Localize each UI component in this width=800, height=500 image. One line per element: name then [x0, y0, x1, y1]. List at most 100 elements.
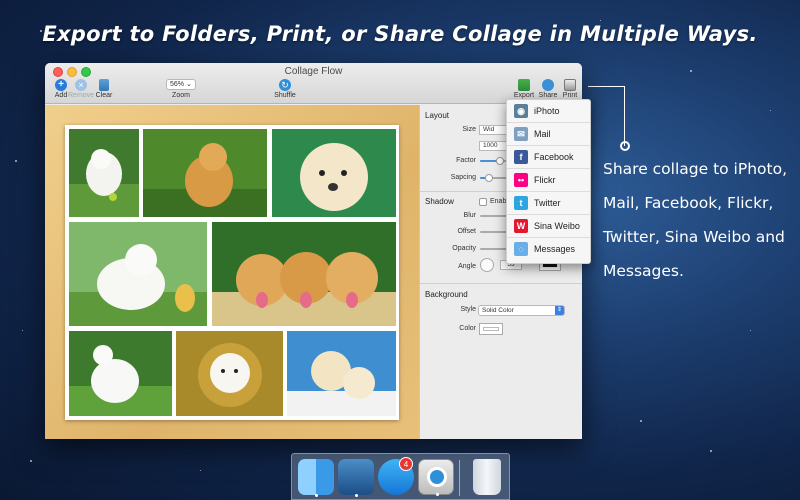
share-menu-item-label: Sina Weibo	[534, 221, 580, 231]
photo-white-dog[interactable]	[69, 331, 172, 416]
share-menu-item-label: Facebook	[534, 152, 574, 162]
running-indicator	[436, 493, 439, 496]
opacity-slider[interactable]	[480, 248, 507, 250]
shuffle-label: Shuffle	[274, 92, 296, 99]
photo-puppy-duckling[interactable]	[69, 222, 207, 326]
background-color-swatch[interactable]	[479, 323, 503, 335]
share-menu-item-twitter[interactable]: t Twitter	[507, 192, 590, 215]
printer-icon	[564, 79, 576, 91]
shadow-color-fill	[543, 264, 557, 267]
photo-three-puppies[interactable]	[212, 222, 396, 326]
shuffle-icon: ↻	[279, 79, 291, 91]
collage-flow-lens	[427, 467, 447, 487]
side-caption-line: Mail, Facebook, Flickr,	[603, 194, 774, 212]
layout-section-title: Layout	[425, 111, 450, 120]
background-color-fill	[483, 327, 499, 331]
shuffle-button[interactable]: ↻ Shuffle	[273, 79, 297, 99]
size-label: Size	[462, 126, 476, 133]
export-label: Export	[513, 92, 535, 99]
blur-slider[interactable]	[480, 215, 507, 217]
factor-label: Factor	[456, 157, 476, 164]
shadow-enable-checkbox[interactable]	[479, 198, 487, 206]
clear-button[interactable]: Clear	[94, 79, 114, 99]
dock: 4	[291, 453, 510, 500]
photo-puppy-closeup[interactable]	[272, 129, 396, 217]
print-button[interactable]: Print	[559, 79, 581, 99]
share-menu-item-label: Messages	[534, 244, 576, 254]
share-menu-item-iphoto[interactable]: ◉ iPhoto	[507, 100, 590, 123]
collage-flow-icon[interactable]	[418, 459, 454, 496]
factor-slider-knob[interactable]	[496, 157, 505, 165]
trash-icon[interactable]	[473, 459, 501, 495]
share-menu: ◉ iPhoto ✉ Mail f Facebook •• Flickr t Twitter W Si…	[506, 99, 591, 264]
zoom-label: Zoom	[172, 92, 190, 99]
share-menu-item-mail[interactable]: ✉ Mail	[507, 123, 590, 146]
remove-icon: ×	[75, 79, 87, 91]
chevron-updown-icon: ⇕	[555, 306, 564, 315]
size-number-field[interactable]: 1000	[479, 141, 507, 151]
print-label: Print	[562, 92, 578, 99]
trash-icon	[99, 79, 109, 91]
flickr-icon: ••	[514, 173, 528, 187]
collage-canvas	[45, 105, 419, 439]
facebook-icon: f	[514, 150, 528, 164]
remove-button[interactable]: × Remove	[68, 79, 94, 99]
photo-puppy-grass[interactable]	[69, 129, 139, 217]
spacing-label: Sapcing	[450, 174, 476, 181]
finder-icon[interactable]	[298, 459, 334, 497]
share-menu-item-label: Mail	[534, 129, 551, 139]
twitter-icon: t	[514, 196, 528, 210]
share-menu-item-facebook[interactable]: f Facebook	[507, 146, 590, 169]
headline: Export to Folders, Print, or Share Colla…	[42, 22, 758, 46]
divider	[420, 283, 582, 284]
opacity-label: Opacity	[452, 245, 476, 252]
photo-puppy-leaves[interactable]	[176, 331, 283, 416]
spacing-slider[interactable]	[480, 174, 507, 182]
blur-label: Blur	[463, 212, 476, 219]
add-label: Add	[54, 92, 68, 99]
share-menu-item-label: Twitter	[534, 198, 561, 208]
running-indicator	[355, 494, 358, 497]
angle-label: Angle	[458, 263, 476, 270]
callout-dot	[620, 141, 630, 151]
remove-label: Remove	[68, 92, 95, 99]
color-label: Color	[459, 325, 476, 332]
angle-dial[interactable]	[480, 258, 494, 272]
side-caption-line: Share collage to iPhoto,	[603, 160, 788, 178]
callout-line	[588, 86, 625, 146]
export-button[interactable]: Export	[512, 79, 536, 99]
share-menu-item-messages[interactable]: ◌ Messages	[507, 238, 590, 261]
photo-golden-puppy[interactable]	[143, 129, 267, 217]
offset-slider[interactable]	[480, 231, 507, 233]
background-style-value: Solid Color	[482, 307, 514, 314]
share-menu-item-label: Flickr	[534, 175, 556, 185]
share-label: Share	[538, 92, 558, 99]
running-indicator	[315, 494, 318, 497]
plus-icon: +	[55, 79, 67, 91]
shadow-section-title: Shadow	[425, 197, 454, 206]
app-window: Collage Flow + Add × Remove Clear 56% ⌄ …	[45, 63, 582, 439]
window-title: Collage Flow	[284, 66, 343, 77]
side-caption: Share collage to iPhoto, Mail, Facebook,…	[603, 152, 788, 288]
app-store-badge: 4	[399, 457, 413, 471]
share-menu-item-sina-weibo[interactable]: W Sina Weibo	[507, 215, 590, 238]
mail-icon: ✉	[514, 127, 528, 141]
dock-separator	[459, 460, 460, 496]
background-section-title: Background	[425, 290, 468, 299]
zoom-select[interactable]: 56% ⌄	[166, 79, 196, 90]
xcode-icon[interactable]	[338, 459, 374, 497]
weibo-icon: W	[514, 219, 528, 233]
background-style-select[interactable]: Solid Color ⇕	[478, 305, 565, 316]
zoom-value: 56%	[170, 81, 185, 88]
photo-two-puppies[interactable]	[287, 331, 396, 416]
messages-icon: ◌	[514, 242, 528, 256]
share-menu-item-label: iPhoto	[534, 106, 560, 116]
side-caption-line: Messages.	[603, 262, 684, 280]
factor-slider[interactable]	[480, 157, 507, 165]
zoom-control: 56% ⌄ Zoom	[165, 79, 197, 99]
offset-label: Offset	[457, 228, 476, 235]
clear-label: Clear	[95, 92, 113, 99]
share-menu-item-flickr[interactable]: •• Flickr	[507, 169, 590, 192]
spacing-slider-knob[interactable]	[485, 174, 494, 182]
share-button[interactable]: Share	[537, 79, 559, 99]
